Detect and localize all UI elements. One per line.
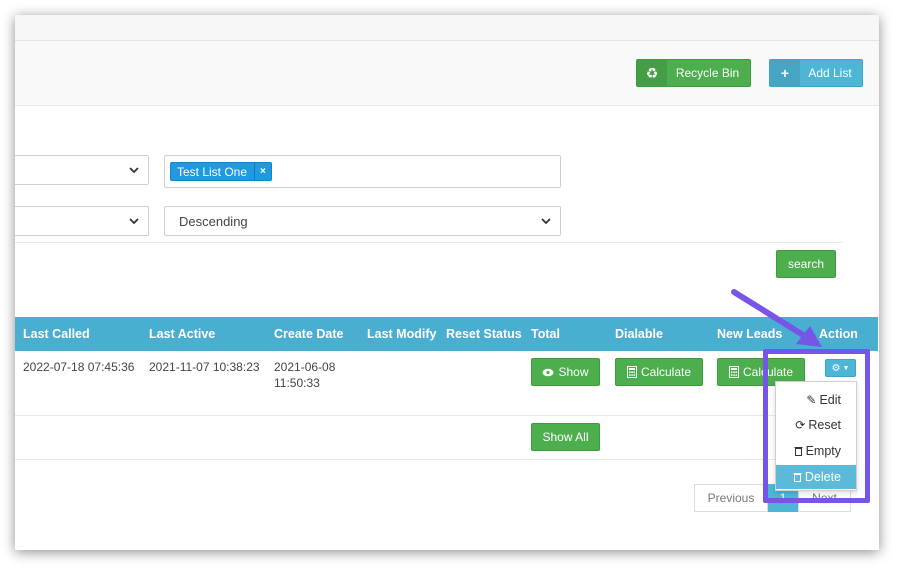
recycle-icon: ♻ — [637, 60, 667, 86]
tag-label: Test List One — [177, 164, 248, 179]
chevron-down-icon — [541, 218, 551, 225]
column-new-leads[interactable]: New Leads — [717, 317, 782, 351]
next-label: Next — [812, 491, 837, 505]
page-header: ♻ Recycle Bin + Add List — [15, 41, 879, 106]
filter-divider — [15, 242, 843, 243]
menu-item-label: Empty — [805, 444, 841, 458]
menu-item-edit[interactable]: ✎ Edit — [776, 388, 856, 412]
column-action: Action — [819, 327, 858, 341]
list-tag-input[interactable]: Test List One × — [164, 155, 561, 188]
menu-item-delete[interactable]: Delete — [776, 465, 856, 489]
app-window: ♻ Recycle Bin + Add List Test List One ×… — [15, 15, 879, 550]
filter-select-1[interactable] — [15, 155, 149, 185]
menu-item-empty[interactable]: Empty — [776, 439, 856, 463]
calculator-icon — [626, 366, 637, 378]
top-bar — [15, 15, 879, 41]
cell-create-date: 2021-06-08 — [274, 360, 336, 374]
menu-item-label: Edit — [819, 393, 841, 407]
trash-icon — [793, 473, 802, 482]
new-leads-calculate-label: Calculate — [742, 365, 794, 379]
column-total[interactable]: Total — [531, 317, 560, 351]
show-all-button[interactable]: Show All — [531, 423, 600, 451]
column-reset-status[interactable]: Reset Status — [446, 317, 522, 351]
search-label: search — [787, 257, 825, 271]
caret-down-icon: ▼ — [842, 364, 850, 372]
previous-page-button[interactable]: Previous — [694, 484, 768, 512]
filter-select-2[interactable] — [15, 206, 149, 236]
chevron-down-icon — [129, 167, 139, 174]
add-list-button[interactable]: + Add List — [769, 59, 863, 87]
cell-last-active: 2021-11-07 10:38:23 — [149, 360, 260, 374]
menu-item-label: Reset — [808, 418, 841, 432]
column-create-date[interactable]: Create Date — [274, 317, 343, 351]
action-dropdown-toggle[interactable]: ⚙ ▼ — [825, 359, 856, 377]
column-dialable[interactable]: Dialable — [615, 317, 663, 351]
search-button[interactable]: search — [776, 250, 836, 278]
table-header: Last Called Last Active Create Date Last… — [15, 317, 878, 351]
column-last-called[interactable]: Last Called — [23, 317, 90, 351]
recycle-bin-button[interactable]: ♻ Recycle Bin — [636, 59, 751, 87]
add-list-label: Add List — [808, 66, 852, 80]
plus-icon: + — [770, 60, 800, 86]
previous-label: Previous — [707, 491, 755, 505]
calculator-icon — [728, 366, 739, 378]
action-dropdown-menu: ✎ Edit ⟳ Reset Empty Delete — [775, 381, 857, 491]
row-divider — [15, 415, 843, 416]
calculate-label: Calculate — [640, 365, 692, 379]
show-label: Show — [558, 365, 589, 379]
show-button[interactable]: Show — [531, 358, 600, 386]
refresh-icon: ⟳ — [795, 418, 806, 432]
gear-icon: ⚙ — [831, 362, 841, 374]
calculate-dialable-button[interactable]: Calculate — [615, 358, 703, 386]
cell-last-called: 2022-07-18 07:45:36 — [23, 360, 135, 374]
chevron-down-icon — [129, 218, 139, 225]
menu-item-label: Delete — [804, 470, 841, 484]
trash-icon — [794, 447, 803, 456]
tag-remove-icon[interactable]: × — [254, 163, 271, 180]
recycle-bin-label: Recycle Bin — [675, 66, 740, 80]
menu-item-reset[interactable]: ⟳ Reset — [776, 413, 856, 437]
table-bottom-divider — [15, 459, 843, 460]
cell-create-time: 11:50:33 — [274, 376, 320, 390]
column-last-active[interactable]: Last Active — [149, 317, 215, 351]
show-all-label: Show All — [542, 430, 589, 444]
pencil-icon: ✎ — [806, 393, 817, 407]
sort-order-select[interactable]: Descending — [164, 206, 561, 236]
tag-test-list-one: Test List One × — [170, 162, 272, 181]
sort-order-value: Descending — [179, 213, 248, 229]
page-number: 1 — [779, 491, 787, 505]
column-last-modify[interactable]: Last Modify — [367, 317, 436, 351]
eye-icon — [542, 368, 554, 376]
